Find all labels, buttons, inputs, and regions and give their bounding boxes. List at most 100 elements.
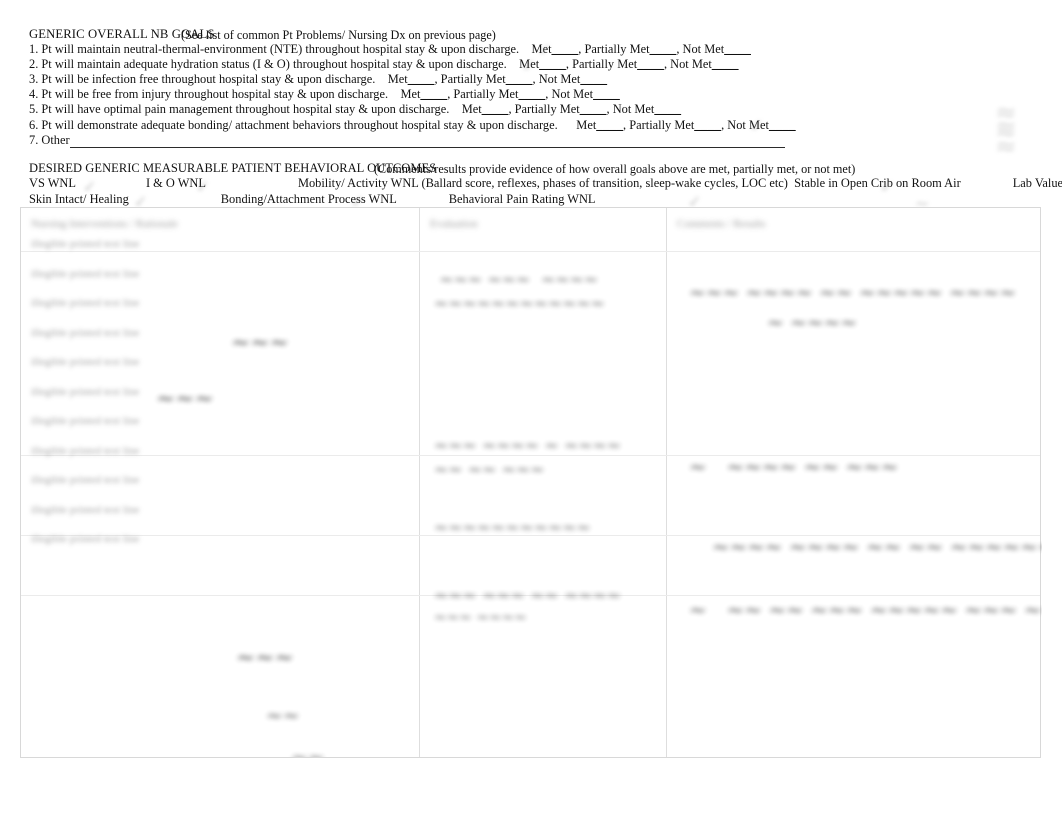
not-met-label: Not Met <box>670 57 712 72</box>
handwritten-entry: ~~~~~~~~~~~~ <box>434 294 605 314</box>
not-met-blank[interactable]: ____ <box>580 72 607 86</box>
goal-text: Pt will be free from injury throughout h… <box>41 87 389 102</box>
handwritten-entry: ~ ~~ ~~ ~~~ ~~~~~ ~~~ ~~~~~~ <box>689 598 1042 622</box>
goal-item-3: 3. Pt will be infection free throughout … <box>29 72 1039 87</box>
table-column-evaluation: Evaluation ~~~ ~~~ ~~~~ ~~~~~~~~~~~~ ~~~… <box>420 208 666 757</box>
goal-number: 4. <box>29 87 39 102</box>
table-text-line: illegible printed text line <box>31 415 140 427</box>
table-column-comments: Comments / Results ~~~ ~~~~ ~~ ~~~~~ ~~~… <box>667 208 1042 757</box>
table-text-line: illegible printed text line <box>31 503 140 516</box>
handwriting-mark: ~~~ <box>231 330 289 356</box>
partially-met-label: Partially Met <box>584 42 650 57</box>
partially-met-blank[interactable]: ____ <box>506 72 533 86</box>
goal-5-outcome-blanks[interactable]: Met____, Partially Met____, Not Met____ <box>462 102 681 116</box>
goal-item-2: 2. Pt will maintain adequate hydration s… <box>29 57 1039 72</box>
partially-met-blank[interactable]: ____ <box>637 57 664 71</box>
not-met-blank[interactable]: ____ <box>654 102 681 116</box>
goal-4-outcome-blanks[interactable]: Met____, Partially Met____, Not Met____ <box>400 87 619 101</box>
not-met-label: Not Met <box>682 42 725 57</box>
handwritten-entry: ~ ~~~~ <box>767 310 858 334</box>
outcomes-row-2: Skin Intact/ Healing Bonding/Attachment P… <box>29 192 1039 207</box>
goal-number: 6. <box>29 117 39 132</box>
goal-7-write-in-line[interactable] <box>69 136 785 148</box>
goals-heading-row: GENERIC OVERALL NB GOALS (See list of co… <box>29 27 1039 42</box>
not-met-label: Not Met <box>551 87 594 102</box>
handwriting-mark: ~~ <box>266 703 300 727</box>
not-met-label: Not Met <box>727 117 769 132</box>
outcomes-heading-note: (Comments/results provide evidence of ho… <box>374 161 856 176</box>
table-text-line: illegible printed text line <box>31 444 140 457</box>
met-label: Met <box>519 57 540 72</box>
handwritten-entry: ~~~ ~~~~ <box>434 608 527 626</box>
partially-met-blank[interactable]: ____ <box>580 102 607 116</box>
goal-2-outcome-blanks[interactable]: Met____, Partially Met____, Not Met____ <box>519 57 738 71</box>
handwritten-entry: ~~~ ~~~ ~~ ~~~~ <box>434 586 622 606</box>
goal-text: Other <box>41 132 70 147</box>
partially-met-blank[interactable]: ____ <box>518 87 545 101</box>
partially-met-label: Partially Met <box>629 117 695 132</box>
column-1-body: illegible printed text line illegible pr… <box>21 231 419 548</box>
goal-number: 1. <box>29 42 39 57</box>
outcome-lab-values-wnl[interactable]: Lab Values WNL <box>1013 176 1062 190</box>
partially-met-label: Partially Met <box>440 72 506 87</box>
column-header-evaluation: Evaluation <box>430 218 478 230</box>
not-met-blank[interactable]: ____ <box>769 118 796 132</box>
outcome-skin-intact-healing[interactable]: Skin Intact/ Healing <box>29 192 129 206</box>
handwritten-entry: ~~~ ~~~ ~~~~ <box>434 270 599 290</box>
table-text-line: illegible printed text line <box>31 533 140 545</box>
met-blank[interactable]: ____ <box>596 118 623 132</box>
goal-item-1: 1. Pt will maintain neutral-thermal-envi… <box>29 42 1039 57</box>
goal-item-4: 4. Pt will be free from injury throughou… <box>29 87 1039 102</box>
met-blank[interactable]: ____ <box>408 72 435 86</box>
met-blank[interactable]: ____ <box>482 102 509 116</box>
table-column-interventions: Nursing Interventions / Rationale illegi… <box>21 208 419 757</box>
not-met-blank[interactable]: ____ <box>593 87 620 101</box>
column-header-comments: Comments / Results <box>677 218 766 230</box>
outcome-vs-wnl[interactable]: VS WNL <box>29 176 76 190</box>
table-text-line: illegible printed text line <box>31 297 140 309</box>
partially-met-blank[interactable]: ____ <box>694 118 721 132</box>
met-blank[interactable]: ____ <box>552 42 579 56</box>
desired-outcomes-section: DESIRED GENERIC MEASURABLE PATIENT BEHAV… <box>29 161 1062 207</box>
goal-1-outcome-blanks[interactable]: Met____, Partially Met____, Not Met____ <box>532 42 751 56</box>
goal-text: Pt will maintain adequate hydration stat… <box>41 57 507 72</box>
goal-3-outcome-blanks[interactable]: Met____, Partially Met____, Not Met____ <box>388 72 607 86</box>
goal-number: 2. <box>29 57 39 72</box>
outcomes-heading-row: DESIRED GENERIC MEASURABLE PATIENT BEHAV… <box>29 161 1039 176</box>
not-met-label: Not Met <box>612 102 655 117</box>
goal-item-6: 6. Pt will demonstrate adequate bonding/… <box>29 118 1039 133</box>
goal-text: Pt will have optimal pain management thr… <box>41 102 450 117</box>
goal-text: Pt will demonstrate adequate bonding/ at… <box>41 117 558 132</box>
goal-item-7: 7. Other <box>29 133 1039 148</box>
outcome-behavioral-pain-rating-wnl[interactable]: Behavioral Pain Rating WNL <box>449 192 596 206</box>
handwriting-mark: ~~~ <box>156 386 214 412</box>
outcomes-row-1: VS WNL I & O WNL Mobility/ Activity WNL (B… <box>29 176 1062 191</box>
goal-6-outcome-blanks[interactable]: Met____, Partially Met____, Not Met____ <box>576 118 795 132</box>
goals-heading-note: (See list of common Pt Problems/ Nursing… <box>181 27 496 42</box>
handwriting-mark: ~~ <box>291 745 325 757</box>
outcome-io-wnl[interactable]: I & O WNL <box>146 176 206 190</box>
table-text-line: illegible printed text line <box>31 474 140 486</box>
not-met-blank[interactable]: ____ <box>712 57 739 71</box>
partially-met-blank[interactable]: ____ <box>650 42 677 56</box>
partially-met-label: Partially Met <box>514 102 580 117</box>
outcome-stable-open-crib[interactable]: Stable in Open Crib on Room Air <box>794 176 961 190</box>
handwritten-entry: ~ ~~~~ ~~ ~~~ <box>689 455 899 479</box>
table-text-line: illegible printed text line <box>31 326 140 339</box>
met-blank[interactable]: ____ <box>420 87 447 101</box>
goal-number: 7. <box>29 132 39 147</box>
met-label: Met <box>400 87 421 102</box>
not-met-blank[interactable]: ____ <box>724 42 751 56</box>
outcome-mobility-activity-wnl[interactable]: Mobility/ Activity WNL (Ballard score, r… <box>298 176 788 190</box>
outcome-bonding-attachment-wnl[interactable]: Bonding/Attachment Process WNL <box>221 192 397 206</box>
handwritten-entry: ~~~ ~~~~ ~~ ~~~~~ ~~~~ <box>689 280 1017 304</box>
goal-number: 3. <box>29 72 39 87</box>
handwritten-entry: ~~~~ ~~~~ ~~ ~~ ~~~~~~ <box>712 535 1042 559</box>
generic-overall-goals-section: GENERIC OVERALL NB GOALS (See list of co… <box>29 27 1039 148</box>
goal-text: Pt will maintain neutral-thermal-environ… <box>41 42 520 57</box>
met-blank[interactable]: ____ <box>539 57 566 71</box>
goal-item-5: 5. Pt will have optimal pain management … <box>29 102 1039 117</box>
care-plan-table: Nursing Interventions / Rationale illegi… <box>20 207 1042 758</box>
met-label: Met <box>576 117 597 132</box>
table-text-line: illegible printed text line <box>31 267 140 280</box>
